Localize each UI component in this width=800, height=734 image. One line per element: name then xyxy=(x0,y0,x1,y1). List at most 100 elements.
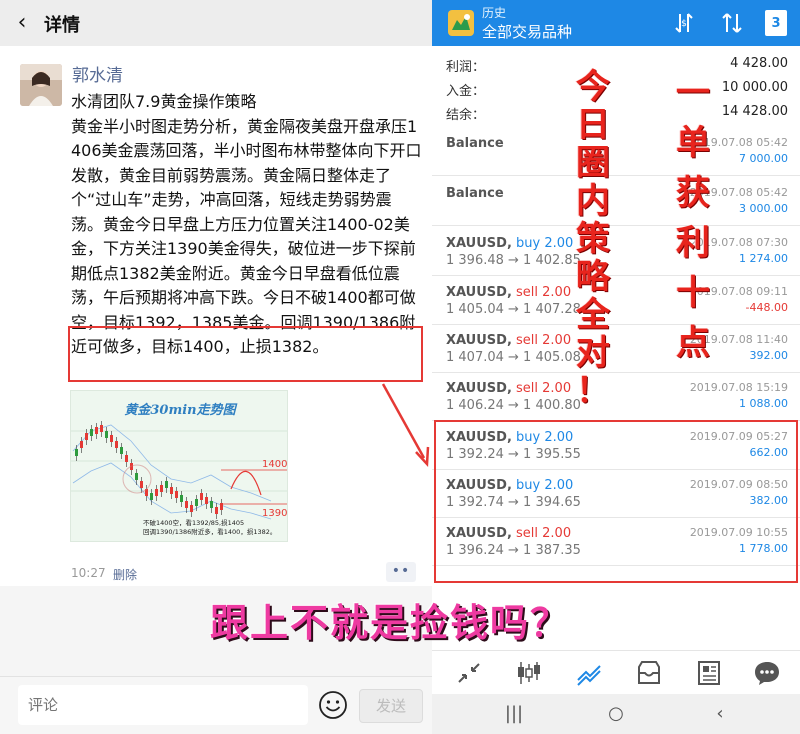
item-title: XAUUSD, sell 2.00 xyxy=(446,333,572,348)
candle-body xyxy=(180,495,183,502)
slogan-char: 策 xyxy=(576,219,610,259)
slogan-char: 圈 xyxy=(576,143,610,183)
back-nav-icon[interactable]: ‹ xyxy=(708,702,732,726)
symbol-filter-icon[interactable]: $ xyxy=(672,11,696,35)
more-button[interactable]: •• xyxy=(386,562,416,582)
item-direction: sell 2.00 xyxy=(511,285,572,300)
chat-icon[interactable] xyxy=(752,658,782,688)
summary-value: 4 428.00 xyxy=(730,56,788,71)
candle-body xyxy=(120,447,123,454)
chart-note: 不破1400空，看1392/85,损1405 回调1390/1386附近多，看14… xyxy=(143,519,277,536)
slogan-char: 点 xyxy=(676,323,710,363)
emoji-icon[interactable] xyxy=(317,689,349,721)
inbox-icon[interactable] xyxy=(634,658,664,688)
candle-body xyxy=(125,455,128,462)
recents-icon[interactable]: ||| xyxy=(502,702,526,726)
candle-body xyxy=(175,491,178,498)
chart-image[interactable]: 黄金30min走势图 不破1400空，看1392/85,损1405 回调1390/… xyxy=(70,390,288,542)
bottom-tab-bar xyxy=(432,650,800,694)
item-title: Balance xyxy=(446,136,504,151)
sort-icon[interactable] xyxy=(720,11,744,35)
back-icon[interactable]: ‹ xyxy=(10,9,34,37)
history-item[interactable]: XAUUSD, sell 2.00 1 406.24 → 1 400.80 2019… xyxy=(432,373,800,421)
candle-body xyxy=(85,433,88,440)
summary-label: 利润： xyxy=(446,60,486,75)
candle-body xyxy=(110,435,113,442)
history-item[interactable]: XAUUSD, buy 2.00 1 396.48 → 1 402.85 2019.… xyxy=(432,228,800,276)
slogan-char: ！ xyxy=(576,371,610,411)
slogan-char: 获 xyxy=(676,173,710,213)
candle-body xyxy=(210,501,213,508)
slogan-char: 单 xyxy=(676,123,710,163)
candle-body xyxy=(170,487,173,494)
app-bar: 历史 全部交易品种 $ 3 xyxy=(432,0,800,46)
item-title: Balance xyxy=(446,186,504,201)
candle-body xyxy=(165,481,168,488)
candle-body xyxy=(90,429,93,436)
chart-label-low: 1390 xyxy=(262,508,288,519)
post-time: 10:27 xyxy=(71,566,106,580)
item-profit: 1 088.00 xyxy=(739,397,788,410)
history-item[interactable]: Balance 2019.07.08 05:42 3 000.00 xyxy=(432,178,800,226)
summary-value: 10 000.00 xyxy=(721,80,788,95)
candle-body xyxy=(75,449,78,456)
comment-input[interactable] xyxy=(18,685,308,725)
summary-row: 结余： 14 428.00 xyxy=(446,100,788,124)
comment-bar: 发送 xyxy=(0,676,432,734)
avatar[interactable] xyxy=(20,64,62,106)
chart-title: 黄金30min走势图 xyxy=(124,403,236,418)
candle-body xyxy=(80,441,83,448)
history-item[interactable]: Balance 2019.07.08 05:42 7 000.00 xyxy=(432,128,800,176)
slogan-char: 十 xyxy=(676,273,710,313)
candle-body xyxy=(185,501,188,508)
item-date: 2019.07.08 15:19 xyxy=(689,381,788,394)
candle-body xyxy=(195,499,198,506)
highlight-box-trades xyxy=(434,420,798,583)
item-prices: 1 406.24 → 1 400.80 xyxy=(446,398,581,413)
item-direction: buy 2.00 xyxy=(511,236,574,251)
chart-icon[interactable] xyxy=(514,658,544,688)
svg-text:$: $ xyxy=(681,19,687,29)
screenshot-root: ‹ 详情 郭水清 水清团队7.9黄金操作策略 黄金半小时图走势分析，黄金隔夜美盘开… xyxy=(0,0,800,734)
trade-icon[interactable] xyxy=(454,658,484,688)
candle-body xyxy=(190,505,193,512)
candle-body xyxy=(215,507,218,514)
candle-body xyxy=(140,481,143,488)
item-profit: 1 274.00 xyxy=(739,252,788,265)
candle-body xyxy=(150,493,153,500)
item-title: XAUUSD, sell 2.00 xyxy=(446,285,572,300)
slogan-left: 今日圈内策略全对！ xyxy=(570,68,616,410)
item-prices: 1 405.04 → 1 407.28 xyxy=(446,302,581,317)
item-profit: 3 000.00 xyxy=(739,202,788,215)
history-icon[interactable] xyxy=(574,658,604,688)
app-title: 全部交易品种 xyxy=(482,23,573,41)
item-profit: -448.00 xyxy=(745,301,788,314)
candle-body xyxy=(205,497,208,504)
candle-body xyxy=(100,425,103,432)
slogan-right: 一单获利十点 xyxy=(670,68,716,368)
calendar-icon[interactable]: 3 xyxy=(765,10,787,36)
author-name[interactable]: 郭水清 xyxy=(72,61,123,86)
post-text: 水清团队7.9黄金操作策略 黄金半小时图走势分析，黄金隔夜美盘开盘承压1406美金… xyxy=(71,90,423,360)
candle-body xyxy=(105,431,108,438)
summary-label: 入金： xyxy=(446,84,486,99)
chart-label-high: 1400 xyxy=(262,459,288,470)
item-prices: 1 396.48 → 1 402.85 xyxy=(446,253,581,268)
app-subtitle: 历史 xyxy=(482,6,507,20)
system-nav-bar: ||| ○ ‹ xyxy=(432,694,800,734)
overlay-caption: 跟上不就是捡钱吗？ xyxy=(209,600,570,645)
home-icon[interactable]: ○ xyxy=(604,702,628,726)
summary-row: 入金： 10 000.00 xyxy=(446,76,788,100)
candle-body xyxy=(200,493,203,500)
delete-link[interactable]: 删除 xyxy=(113,566,137,583)
send-button[interactable]: 发送 xyxy=(359,689,423,723)
candle-body xyxy=(135,473,138,480)
history-item[interactable]: XAUUSD, sell 2.00 1 405.04 → 1 407.28 2019… xyxy=(432,277,800,325)
history-item[interactable]: XAUUSD, sell 2.00 1 407.04 → 1 405.08 2019… xyxy=(432,325,800,373)
app-logo-icon xyxy=(448,10,474,36)
item-profit: 392.00 xyxy=(749,349,789,362)
slogan-char: 对 xyxy=(576,333,610,373)
news-icon[interactable] xyxy=(694,658,724,688)
candle-body xyxy=(95,427,98,434)
item-direction: sell 2.00 xyxy=(511,333,572,348)
